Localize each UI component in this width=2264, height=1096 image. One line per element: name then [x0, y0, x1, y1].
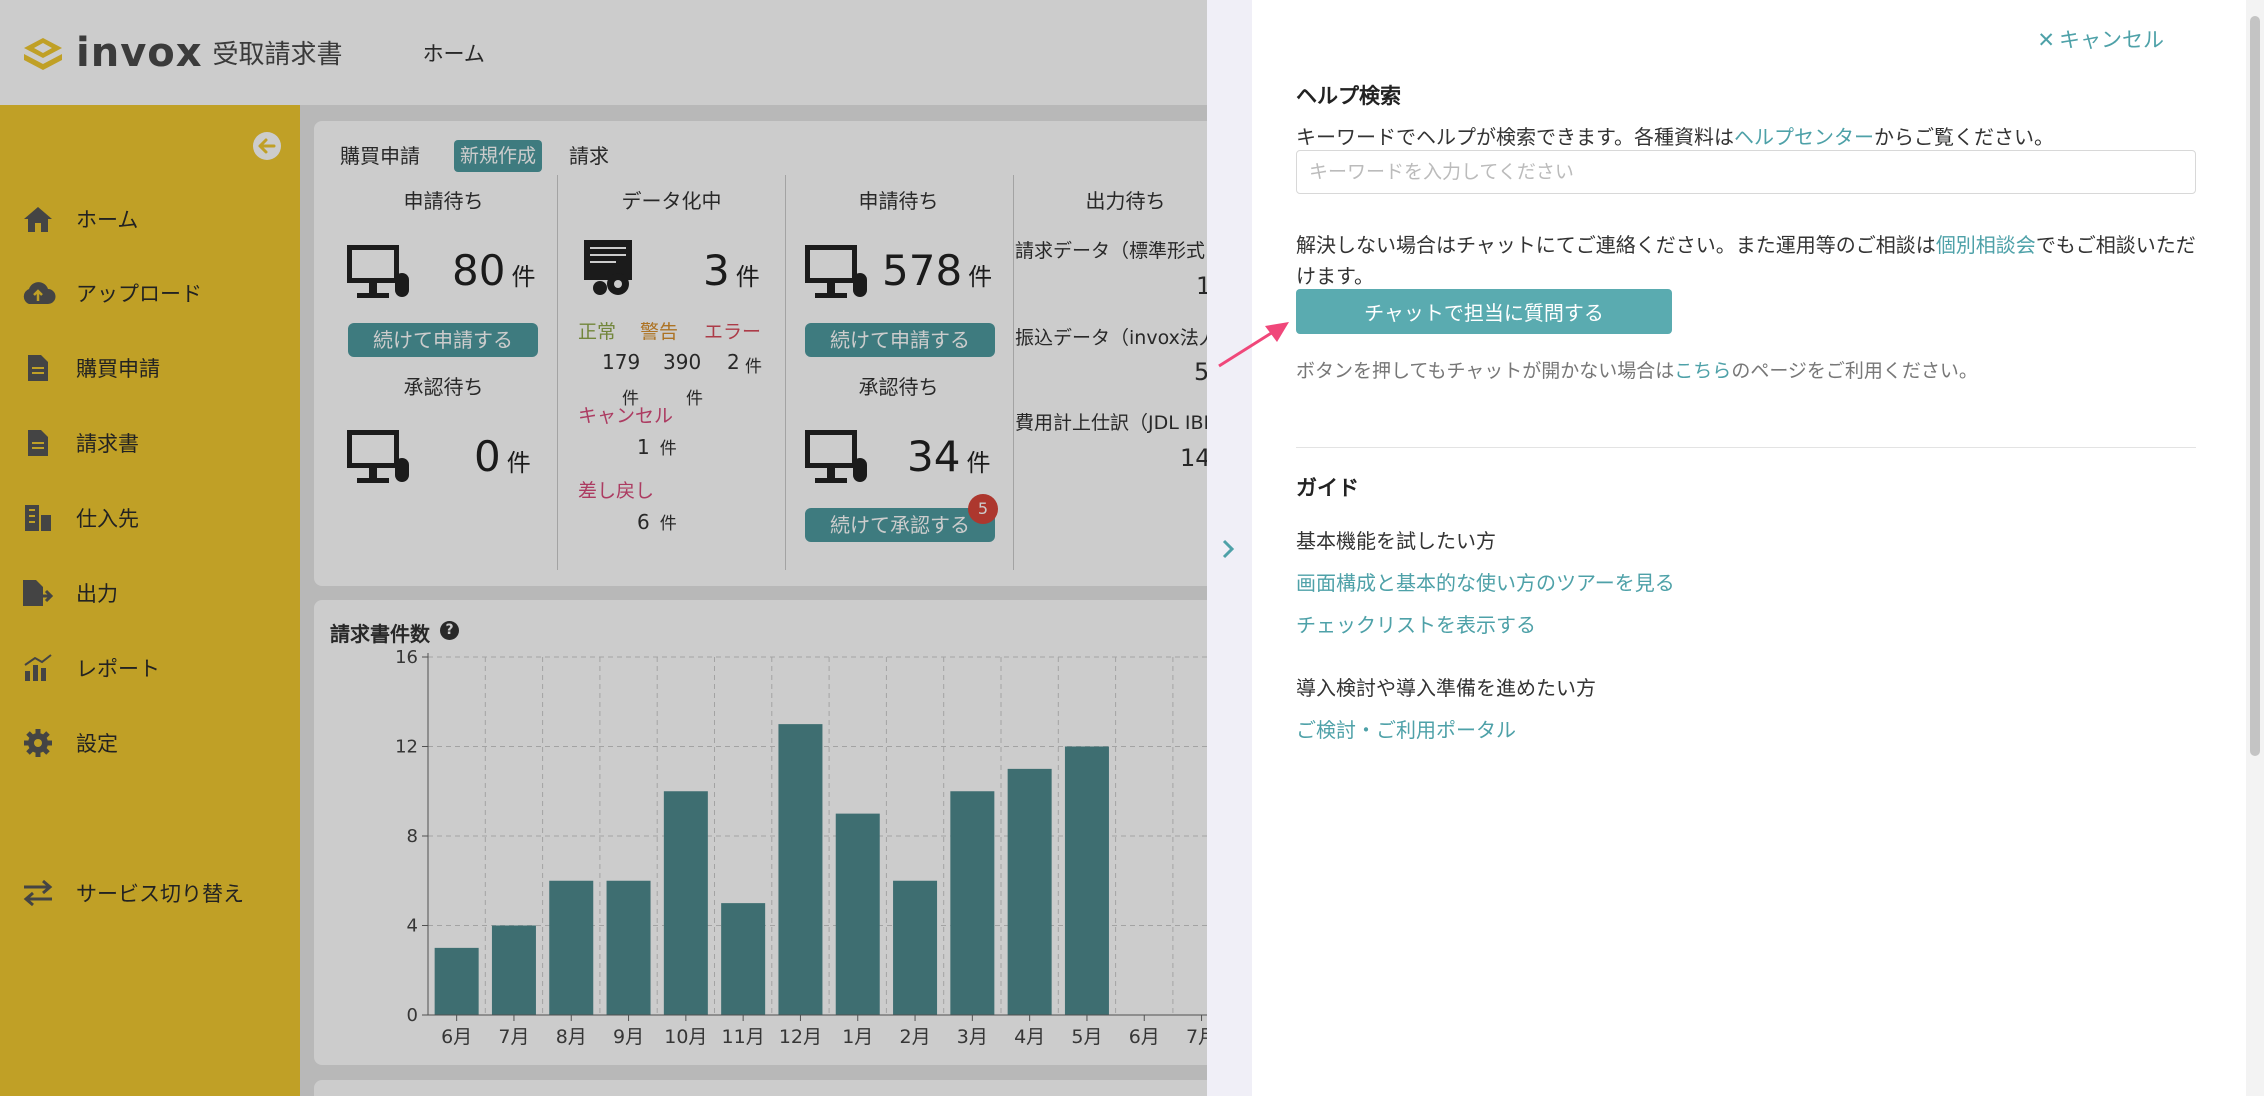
help-center-link[interactable]: ヘルプセンター — [1734, 125, 1874, 149]
help-panel: ✕ キャンセル ヘルプ検索 キーワードでヘルプが検索できます。各種資料はヘルプセン… — [1252, 0, 2246, 1096]
pointer-arrow-icon — [1218, 322, 1289, 368]
panel-handle[interactable] — [1207, 0, 1252, 1096]
consultation-link[interactable]: 個別相談会 — [1936, 233, 2036, 257]
chat-note: ボタンを押してもチャットが開かない場合はこちらのページをご利用ください。 — [1296, 360, 1978, 382]
guide-checklist-link[interactable]: チェックリストを表示する — [1296, 609, 1536, 638]
help-search-input[interactable] — [1296, 150, 2196, 194]
cancel-link[interactable]: ✕ キャンセル — [2037, 24, 2164, 54]
alternate-page-link[interactable]: こちら — [1674, 360, 1731, 382]
contact-description: 解決しない場合はチャットにてご連絡ください。また運用等のご相談は個別相談会でもご… — [1296, 233, 2196, 288]
guide-title: ガイド — [1296, 476, 1359, 500]
guide-portal-link[interactable]: ご検討・ご利用ポータル — [1296, 714, 1516, 743]
chevron-right-icon[interactable] — [1219, 538, 1237, 560]
close-icon: ✕ — [2037, 28, 2055, 52]
app-background: invox 受取請求書 ホーム ホーム アップロード 購買申請 請求書 仕入先 — [0, 0, 1207, 1096]
chat-with-support-button[interactable]: チャットで担当に質問する — [1296, 289, 1672, 334]
scrollbar-thumb[interactable] — [2250, 16, 2260, 756]
help-search-description: キーワードでヘルプが検索できます。各種資料はヘルプセンターからご覧ください。 — [1296, 125, 2054, 149]
help-search-title: ヘルプ検索 — [1296, 84, 1401, 108]
modal-overlay[interactable] — [0, 0, 1207, 1096]
divider — [1296, 447, 2196, 448]
guide-basic-label: 基本機能を試したい方 — [1296, 529, 1496, 553]
guide-adopt-label: 導入検討や導入準備を進めたい方 — [1296, 676, 1596, 700]
guide-tour-link[interactable]: 画面構成と基本的な使い方のツアーを見る — [1296, 567, 1675, 596]
